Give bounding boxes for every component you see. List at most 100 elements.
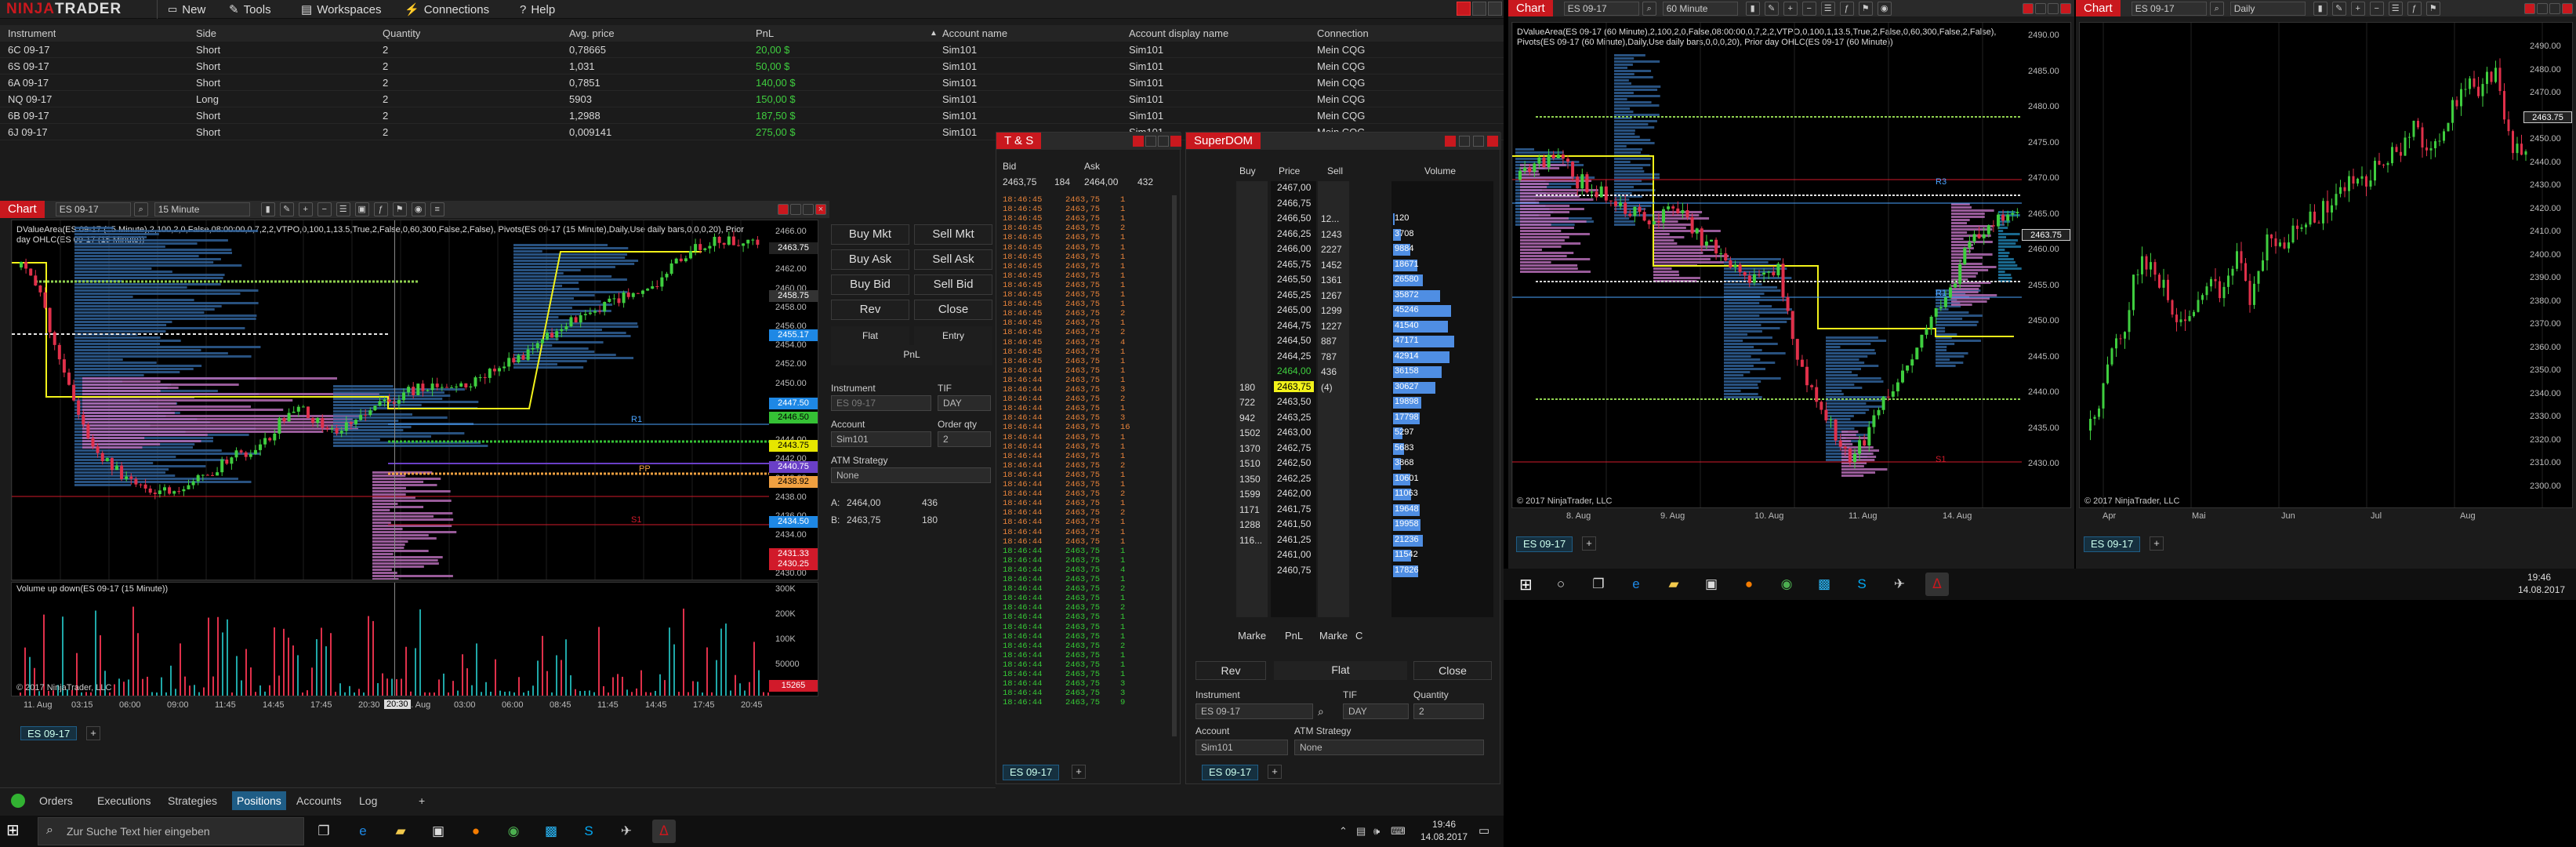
col-connection[interactable]: Connection — [1317, 27, 1369, 39]
cortana-icon[interactable]: ○ — [1549, 573, 1573, 596]
chart-instrument-tab[interactable]: ES 09-17 — [20, 726, 78, 740]
firefox-icon[interactable]: ● — [464, 820, 488, 843]
search-icon[interactable]: ⌕ — [2209, 1, 2224, 16]
skype-icon[interactable]: S — [577, 820, 600, 843]
position-row[interactable]: 6S 09-17 Short 2 1,031 50,00 $ Sim101 Sim101 Me… — [0, 58, 1504, 75]
search-box[interactable]: ⌕ Zur Suche Text hier eingeben — [38, 817, 304, 845]
dom-buy-size[interactable]: 1288 — [1239, 519, 1261, 530]
chart3-price-panel[interactable]: 2490.002480.002470.002460.002450.002440.… — [2079, 22, 2573, 508]
atm-strategy-select[interactable]: None — [831, 467, 991, 483]
dom-price[interactable]: 2464,50 — [1274, 335, 1314, 346]
clock-time[interactable]: 19:46 — [2527, 572, 2551, 583]
dom-price[interactable]: 2463,75 — [1274, 380, 1315, 392]
tab-orders[interactable]: Orders — [34, 791, 78, 810]
dom-row[interactable]: 1350 2462,25 10601 — [1236, 472, 1495, 487]
dom-price[interactable]: 2467,00 — [1274, 182, 1314, 193]
minimize-button[interactable] — [790, 204, 801, 215]
draw-tool-icon[interactable]: ✎ — [279, 202, 294, 216]
chart3-interval-selector[interactable]: Daily — [2230, 1, 2306, 16]
tab-executions[interactable]: Executions — [93, 791, 155, 810]
dom-account-select[interactable]: Sim101 — [1195, 740, 1288, 755]
buy-ask-button[interactable]: Buy Ask — [831, 249, 909, 270]
menu-help[interactable]: ? Help — [520, 2, 555, 16]
dom-sell-size[interactable]: 436 — [1321, 366, 1337, 377]
chart2-interval-selector[interactable]: 60 Minute — [1662, 1, 1738, 16]
dom-close-button[interactable]: Close — [1413, 661, 1492, 680]
dom-sell-size[interactable]: 1452 — [1321, 260, 1342, 271]
bar-type-icon[interactable]: ▮ — [2313, 1, 2327, 16]
dom-row[interactable]: 116... 2461,25 21236 — [1236, 533, 1495, 548]
store-icon[interactable]: ▣ — [426, 820, 450, 843]
tab-log[interactable]: Log — [354, 791, 382, 810]
close-position-button[interactable]: Close — [914, 300, 992, 320]
windows-start-icon[interactable]: ⊞ — [6, 822, 24, 839]
network-app-icon[interactable]: ✈ — [615, 820, 638, 843]
tab-positions[interactable]: Positions — [232, 791, 286, 810]
dom-price[interactable]: 2464,25 — [1274, 351, 1314, 362]
dom-sell-size[interactable]: 887 — [1321, 336, 1337, 347]
edge-icon[interactable]: e — [1624, 573, 1648, 596]
dom-row[interactable]: 2464,00 436 36158 — [1236, 365, 1495, 380]
ninjatrader-taskbar-icon[interactable]: ᐃ — [652, 820, 676, 843]
keyboard-icon[interactable]: ⌨ — [1391, 825, 1406, 838]
sell-ask-button[interactable]: Sell Ask — [914, 249, 992, 270]
position-row[interactable]: 6A 09-17 Short 2 0,7851 140,00 $ Sim101 Sim101… — [0, 75, 1504, 91]
dom-row[interactable]: 2465,25 1267 35872 — [1236, 289, 1495, 304]
dom-sell-size[interactable]: 1299 — [1321, 305, 1342, 316]
zoom-in-icon[interactable]: + — [1783, 1, 1798, 16]
dom-price[interactable]: 2462,75 — [1274, 442, 1314, 453]
search-icon[interactable]: ⌕ — [133, 202, 148, 216]
maximize-button[interactable] — [803, 204, 814, 215]
chart3-title-tab[interactable]: Chart — [2076, 0, 2121, 16]
order-qty-stepper[interactable]: 2 — [938, 431, 991, 447]
close-icon[interactable] — [1487, 136, 1498, 147]
dom-row[interactable]: 2466,75 — [1236, 197, 1495, 212]
dom-row[interactable]: 1502 2463,00 5297 — [1236, 426, 1495, 441]
dom-price[interactable]: 2465,75 — [1274, 259, 1314, 270]
dom-price[interactable]: 2462,00 — [1274, 488, 1314, 499]
chart2-title-tab[interactable]: Chart — [1508, 0, 1553, 16]
dom-sell-size[interactable]: 1243 — [1321, 229, 1342, 240]
windows-start-icon[interactable]: ⊞ — [1519, 575, 1533, 594]
maximize-button[interactable] — [1473, 136, 1484, 147]
strategies-icon[interactable]: ⚑ — [1858, 1, 1873, 16]
volume-icon[interactable]: 🕪 — [1373, 825, 1380, 838]
ts-scrollbar[interactable] — [1172, 195, 1177, 736]
window-menu-button[interactable] — [778, 204, 789, 215]
dom-instrument-tab[interactable]: ES 09-17 — [1202, 765, 1259, 780]
close-icon[interactable]: × — [815, 204, 826, 215]
dom-row[interactable]: 2465,75 1452 18671 — [1236, 258, 1495, 273]
chart-trader-icon[interactable]: ◉ — [411, 202, 426, 216]
tab-accounts[interactable]: Accounts — [292, 791, 346, 810]
dom-row[interactable]: 2465,50 1361 26580 — [1236, 273, 1495, 288]
dom-buy-size[interactable]: 1171 — [1239, 504, 1260, 515]
minimize-button[interactable] — [1472, 2, 1486, 16]
dom-row[interactable]: 180 2463,75 (4) 30627 — [1236, 380, 1495, 395]
indicators-icon[interactable]: ƒ — [373, 202, 388, 216]
close-icon[interactable] — [2060, 2, 2071, 14]
col-account-name[interactable]: Account name — [942, 27, 1007, 39]
dom-price[interactable]: 2464,75 — [1274, 320, 1314, 331]
position-row[interactable]: 6C 09-17 Short 2 0,78665 20,00 $ Sim101 Sim101… — [0, 42, 1504, 58]
dom-reverse-button[interactable]: Rev — [1195, 661, 1266, 680]
buy-bid-button[interactable]: Buy Bid — [831, 274, 909, 295]
dom-row[interactable]: 2460,75 17826 — [1236, 564, 1495, 579]
clock-date[interactable]: 14.08.2017 — [2518, 584, 2565, 595]
minimize-button[interactable] — [2537, 2, 2548, 14]
draw-tool-icon[interactable]: ✎ — [2331, 1, 2346, 16]
properties-icon[interactable]: ☰ — [336, 202, 350, 216]
zoom-in-icon[interactable]: + — [2350, 1, 2365, 16]
col-instrument[interactable]: Instrument — [8, 27, 56, 39]
sell-market-button[interactable]: Sell Mkt — [914, 224, 992, 245]
dom-atm-select[interactable]: None — [1294, 740, 1484, 755]
properties-icon[interactable]: ☰ — [2388, 1, 2403, 16]
dom-buy-size[interactable]: 1370 — [1239, 443, 1261, 454]
strategies-icon[interactable]: ⚑ — [392, 202, 407, 216]
dom-price[interactable]: 2463,50 — [1274, 396, 1314, 407]
menu-tools[interactable]: ✎ Tools — [229, 2, 271, 17]
minimize-button[interactable] — [2035, 2, 2046, 14]
ninjatrader-taskbar-icon[interactable]: ᐃ — [1925, 573, 1949, 596]
dom-sell-size[interactable]: 1227 — [1321, 321, 1342, 332]
dom-sell-size[interactable]: 1361 — [1321, 274, 1342, 285]
dom-price[interactable]: 2466,75 — [1274, 198, 1314, 209]
